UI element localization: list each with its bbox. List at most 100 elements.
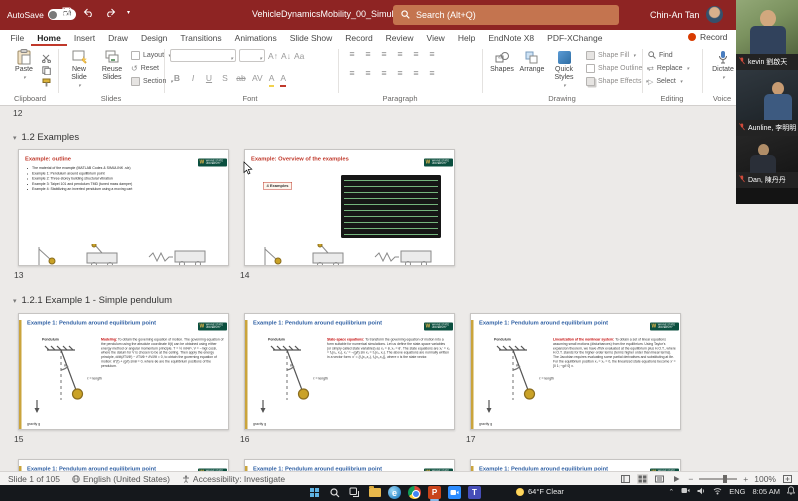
record-button[interactable]: Record — [688, 32, 727, 42]
slide-thumbnail-18-partial[interactable]: Example 1: Pendulum around equilibrium p… — [18, 459, 229, 471]
input-language[interactable]: ENG — [729, 487, 745, 496]
redo-icon[interactable] — [105, 8, 116, 17]
tab-help[interactable]: Help — [451, 30, 481, 46]
shape-effects-button[interactable]: Shape Effects — [586, 76, 648, 87]
zoom-out-button[interactable]: − — [688, 474, 693, 484]
tab-pdf-xchange[interactable]: PDF-XChange — [541, 30, 609, 46]
reading-view-button[interactable] — [654, 474, 665, 484]
tab-design[interactable]: Design — [134, 30, 173, 46]
bold-button[interactable]: B — [172, 73, 182, 83]
slide-indicator[interactable]: Slide 1 of 105 — [8, 474, 60, 484]
paste-button[interactable]: Paste — [8, 48, 40, 82]
participant-name-row[interactable]: kevin 劉啟天 — [736, 54, 798, 70]
shrink-font-button[interactable]: A↓ — [281, 51, 291, 61]
slide-thumbnail-19-partial[interactable]: Example 1: Pendulum around equilibrium p… — [244, 459, 455, 471]
tab-slide-show[interactable]: Slide Show — [283, 30, 339, 46]
show-hidden-icons-button[interactable]: ⌃ — [668, 488, 674, 496]
quick-styles-button[interactable]: Quick Styles — [548, 48, 580, 90]
grow-font-button[interactable]: A↑ — [268, 51, 278, 61]
justify-button[interactable] — [394, 68, 406, 78]
account-control[interactable]: Chin-An Tan — [650, 6, 723, 23]
participant-name-row[interactable]: Dan, 陳丹丹 — [736, 172, 798, 188]
change-case-button[interactable]: Aa — [294, 51, 304, 61]
tab-view[interactable]: View — [420, 30, 451, 46]
section-header-examples[interactable]: 1.2 Examples — [13, 132, 79, 143]
save-icon[interactable] — [62, 7, 72, 17]
meeting-panel[interactable]: kevin 劉啟天 Aunline, 李明明 Dan, 陳丹丹 — [736, 0, 798, 204]
slide-sorter-view-button[interactable] — [637, 474, 648, 484]
normal-view-button[interactable] — [620, 474, 631, 484]
participant-video[interactable] — [736, 70, 798, 120]
italic-button[interactable]: I — [188, 73, 198, 83]
layout-button[interactable]: Layout — [131, 50, 171, 61]
language-indicator[interactable]: English (United States) — [72, 474, 170, 484]
shapes-button[interactable]: Shapes — [488, 48, 516, 74]
search-box[interactable]: Search (Alt+Q) — [393, 5, 619, 25]
smartart-button[interactable] — [426, 68, 438, 78]
align-right-button[interactable] — [378, 68, 390, 78]
reset-button[interactable]: ↺Reset — [131, 63, 159, 74]
undo-icon[interactable] — [83, 8, 94, 17]
highlight-color-button[interactable]: A — [269, 68, 275, 87]
numbering-button[interactable] — [362, 49, 374, 59]
notification-bell-icon[interactable] — [787, 486, 795, 497]
slide-thumbnail-17[interactable]: Example 1: Pendulum around equilibrium p… — [470, 313, 681, 430]
find-button[interactable]: Find — [648, 50, 673, 61]
tab-file[interactable]: File — [4, 30, 31, 46]
slide-thumbnail-16[interactable]: Example 1: Pendulum around equilibrium p… — [244, 313, 455, 430]
zoom-slider[interactable] — [699, 478, 737, 480]
section-header-example1[interactable]: 1.2.1 Example 1 - Simple pendulum — [13, 295, 172, 306]
shape-outline-button[interactable]: Shape Outline — [586, 63, 649, 74]
tab-home[interactable]: Home — [31, 30, 68, 46]
network-icon[interactable] — [713, 487, 722, 497]
participant-name-row[interactable]: Aunline, 李明明 — [736, 120, 798, 136]
start-button[interactable] — [308, 486, 321, 499]
text-shadow-button[interactable]: S — [220, 73, 230, 83]
slide-sorter-canvas[interactable]: 12 1.2 Examples Example: outline WWAYNE … — [0, 107, 798, 471]
shape-fill-button[interactable]: Shape Fill — [586, 50, 636, 61]
decrease-indent-button[interactable] — [378, 49, 390, 59]
character-spacing-button[interactable]: AV — [252, 73, 263, 83]
weather-widget[interactable]: 64°F Clear — [516, 487, 564, 496]
strikethrough-button[interactable]: ab — [236, 73, 246, 83]
edge-button[interactable] — [388, 486, 401, 499]
increase-indent-button[interactable] — [394, 49, 406, 59]
speaker-icon[interactable] — [697, 487, 706, 497]
font-color-button[interactable]: A — [280, 68, 286, 87]
slide-thumbnail-13[interactable]: Example: outline WWAYNE STATEUNIVERSITY … — [18, 149, 229, 266]
reuse-slides-button[interactable]: Reuse Slides — [96, 48, 128, 82]
text-direction-button[interactable] — [426, 49, 438, 59]
fit-to-window-button[interactable] — [782, 474, 793, 484]
slideshow-view-button[interactable] — [671, 474, 682, 484]
taskbar-search-button[interactable] — [328, 486, 341, 499]
task-view-button[interactable] — [348, 486, 361, 499]
accessibility-checker[interactable]: Accessibility: Investigate — [182, 474, 285, 484]
file-explorer-button[interactable] — [368, 486, 381, 499]
tab-review[interactable]: Review — [379, 30, 420, 46]
zoom-app-button[interactable] — [448, 486, 461, 499]
chrome-button[interactable] — [408, 486, 421, 499]
line-spacing-button[interactable] — [410, 49, 422, 59]
arrange-button[interactable]: Arrange — [518, 48, 546, 74]
select-button[interactable]: ▷Select — [648, 76, 682, 87]
bullets-button[interactable] — [346, 49, 358, 59]
zoom-level[interactable]: 100% — [754, 474, 776, 484]
align-center-button[interactable] — [362, 68, 374, 78]
underline-button[interactable]: U — [204, 73, 214, 83]
participant-video[interactable] — [736, 136, 798, 172]
slide-thumbnail-15[interactable]: Example 1: Pendulum around equilibrium p… — [18, 313, 229, 430]
columns-button[interactable] — [410, 68, 422, 78]
powerpoint-button[interactable] — [428, 486, 441, 499]
participant-video-self[interactable] — [736, 0, 798, 54]
tab-transitions[interactable]: Transitions — [174, 30, 228, 46]
format-painter-icon[interactable] — [42, 74, 51, 92]
clock[interactable]: 8:05 AM — [752, 487, 780, 496]
tab-record[interactable]: Record — [339, 30, 379, 46]
slide-thumbnail-14[interactable]: Example: Overview of the examples WWAYNE… — [244, 149, 455, 266]
customize-qat-chevron-icon[interactable]: ▾ — [127, 9, 130, 16]
tab-insert[interactable]: Insert — [67, 30, 101, 46]
new-slide-button[interactable]: New Slide — [64, 48, 94, 90]
tab-draw[interactable]: Draw — [102, 30, 135, 46]
tab-endnote[interactable]: EndNote X8 — [482, 30, 541, 46]
tab-animations[interactable]: Animations — [228, 30, 283, 46]
